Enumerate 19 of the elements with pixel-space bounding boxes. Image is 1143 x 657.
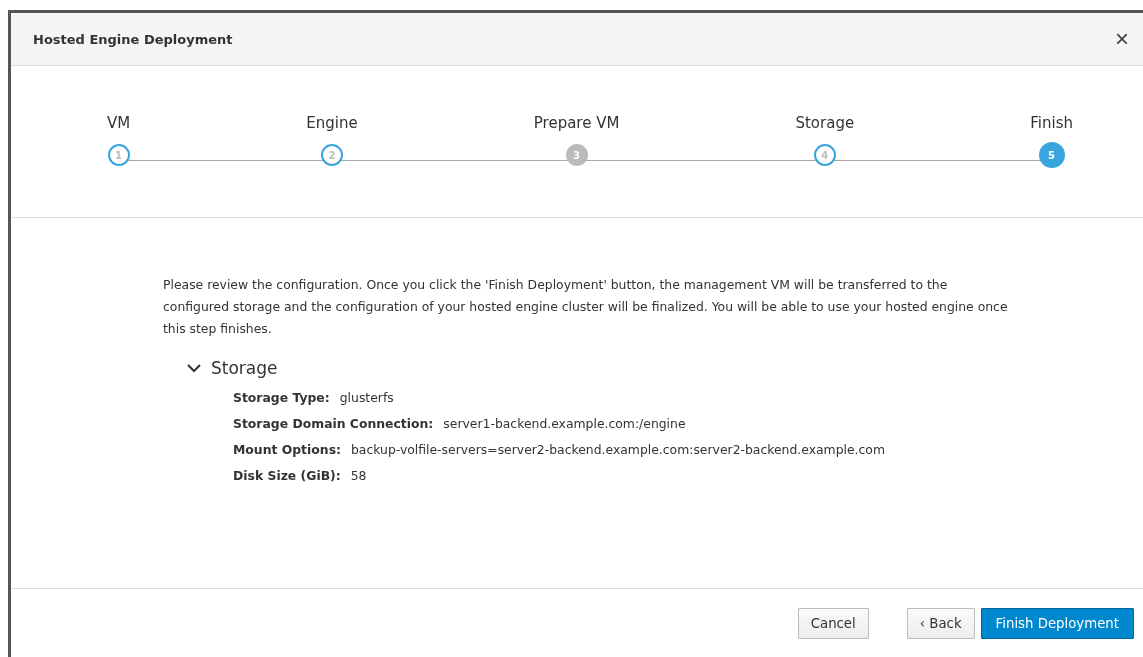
primary-button[interactable]: Finish Deployment [980,607,1134,639]
field-value: glusterfs [339,390,394,405]
field-label: Mount Options: [233,442,341,457]
dialog-button[interactable]: ‹ Back [906,607,975,639]
field-value: backup-volfile-servers=server2-backend.example.com:server2-backend.example.com [350,442,885,457]
field-label: Storage Type: [233,390,330,405]
dialog-title: Hosted Engine Deployment [33,31,233,47]
section-toggle[interactable]: Storage [187,358,278,378]
field-label: Storage Domain Connection: [233,416,434,431]
field-value: 58 [350,468,367,483]
intro-paragraph: Please review the configuration. Once you click the 'Finish Deployment' button, the management VM will be transferred to the configured storage and the configuration of your hosted engine cluster will be finalized. You will be able to use your hosted engine once this step finishes. [163,276,1009,338]
close-button[interactable]: × [1115,27,1129,51]
field-value: server1-backend.example.com:/engine [443,416,686,431]
step-label[interactable]: Finish [1030,110,1073,136]
step-label[interactable]: Engine [306,110,358,136]
field-label: Disk Size (GiB): [233,468,341,483]
step-label[interactable]: VM [107,110,131,136]
dialog-button[interactable]: Cancel [797,607,869,639]
step-label[interactable]: Storage [795,110,855,136]
